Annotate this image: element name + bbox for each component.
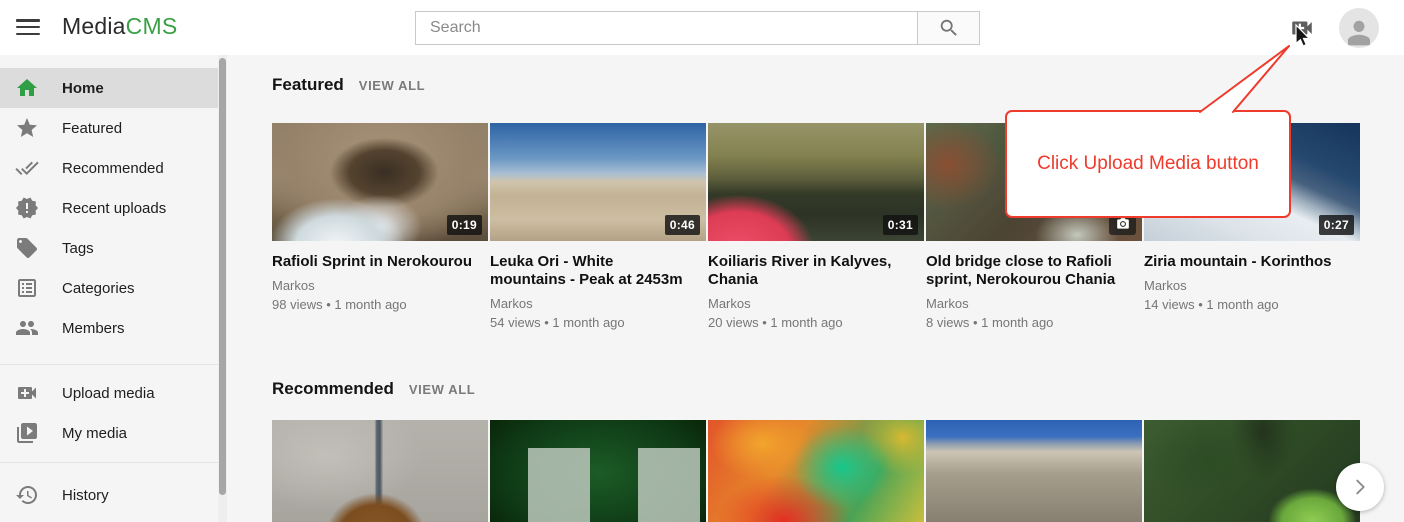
upload-media-icon [15, 381, 39, 405]
home-icon [15, 76, 39, 100]
sidebar-item-members[interactable]: Members [0, 308, 218, 348]
upload-media-icon [1289, 15, 1315, 41]
media-title[interactable]: Rafioli Sprint in Nerokourou [272, 253, 488, 271]
sidebar-item-recent-uploads[interactable]: Recent uploads [0, 188, 218, 228]
history-icon [15, 483, 39, 507]
sidebar: Home Featured Recommended Recent uploads… [0, 55, 218, 522]
sidebar-item-label: Tags [62, 240, 94, 257]
sidebar-item-my-media[interactable]: My media [0, 413, 218, 453]
media-card[interactable] [1144, 420, 1360, 522]
sidebar-scrollbar[interactable] [218, 55, 227, 522]
media-card[interactable] [272, 420, 488, 522]
view-all-recommended-link[interactable]: VIEW ALL [409, 382, 475, 397]
chevron-right-icon [1349, 476, 1371, 498]
sidebar-item-label: Recent uploads [62, 200, 166, 217]
sidebar-item-featured[interactable]: Featured [0, 108, 218, 148]
media-card[interactable] [490, 420, 706, 522]
camera-icon [1116, 217, 1130, 231]
members-icon [15, 316, 39, 340]
media-title[interactable]: Koiliaris River in Kalyves, Chania [708, 253, 924, 289]
media-title[interactable]: Leuka Ori - White mountains - Peak at 24… [490, 253, 706, 289]
search-button[interactable] [917, 11, 980, 45]
new-releases-icon [15, 196, 39, 220]
video-thumbnail[interactable] [708, 420, 924, 522]
search-bar [415, 11, 980, 45]
video-thumbnail[interactable] [926, 420, 1142, 522]
media-title[interactable]: Ziria mountain - Korinthos [1144, 253, 1360, 271]
section-title-recommended: Recommended [272, 379, 394, 399]
media-author[interactable]: Markos [272, 278, 488, 293]
media-author[interactable]: Markos [490, 296, 706, 311]
done-all-icon [15, 156, 39, 180]
next-arrow-button[interactable] [1336, 463, 1384, 511]
media-author[interactable]: Markos [708, 296, 924, 311]
video-thumbnail[interactable]: 0:19 [272, 123, 488, 241]
recommended-row [272, 420, 1404, 522]
upload-media-button[interactable] [1289, 15, 1315, 41]
media-card[interactable] [926, 420, 1142, 522]
video-thumbnail[interactable] [490, 420, 706, 522]
categories-icon [15, 276, 39, 300]
media-author[interactable]: Markos [926, 296, 1142, 311]
scrollbar-thumb[interactable] [219, 58, 226, 495]
sidebar-item-label: Members [62, 320, 125, 337]
sidebar-item-label: History [62, 487, 109, 504]
sidebar-item-label: Categories [62, 280, 135, 297]
tutorial-callout-text: Click Upload Media button [1037, 153, 1259, 175]
sidebar-item-label: Home [62, 80, 104, 97]
media-meta: 54 views • 1 month ago [490, 315, 706, 330]
tutorial-callout: Click Upload Media button [1005, 110, 1291, 218]
duration-badge: 0:31 [883, 215, 918, 235]
duration-badge: 0:46 [665, 215, 700, 235]
media-meta: 98 views • 1 month ago [272, 297, 488, 312]
sidebar-item-label: Upload media [62, 385, 155, 402]
media-card[interactable]: 0:31 Koiliaris River in Kalyves, Chania … [708, 123, 924, 330]
sidebar-item-upload-media[interactable]: Upload media [0, 373, 218, 413]
sidebar-item-label: My media [62, 425, 127, 442]
brand-logo-primary: Media [62, 13, 126, 39]
search-input[interactable] [415, 11, 917, 45]
section-title-featured: Featured [272, 75, 344, 95]
media-title[interactable]: Old bridge close to Rafioli sprint, Nero… [926, 253, 1142, 289]
video-thumbnail[interactable]: 0:46 [490, 123, 706, 241]
sidebar-item-history[interactable]: History [0, 475, 218, 515]
video-thumbnail[interactable] [272, 420, 488, 522]
top-bar: MediaCMS [0, 0, 1404, 55]
recommended-section: Recommended VIEW ALL [272, 379, 1404, 522]
view-all-featured-link[interactable]: VIEW ALL [359, 78, 425, 93]
sidebar-item-recommended[interactable]: Recommended [0, 148, 218, 188]
media-card[interactable] [708, 420, 924, 522]
brand-logo-secondary: CMS [126, 13, 178, 39]
user-avatar[interactable] [1339, 8, 1379, 48]
media-meta: 20 views • 1 month ago [708, 315, 924, 330]
media-meta: 8 views • 1 month ago [926, 315, 1142, 330]
sidebar-item-label: Featured [62, 120, 122, 137]
sidebar-divider [0, 462, 218, 463]
sidebar-item-categories[interactable]: Categories [0, 268, 218, 308]
person-icon [1343, 13, 1375, 48]
video-thumbnail[interactable] [1144, 420, 1360, 522]
tag-icon [15, 236, 39, 260]
video-thumbnail[interactable]: 0:31 [708, 123, 924, 241]
media-author[interactable]: Markos [1144, 278, 1360, 293]
mediacms-app: MediaCMS Home Featured Recommended [0, 0, 1404, 522]
duration-badge: 0:27 [1319, 215, 1354, 235]
media-card[interactable]: 0:19 Rafioli Sprint in Nerokourou Markos… [272, 123, 488, 330]
sidebar-divider [0, 364, 218, 365]
brand-logo[interactable]: MediaCMS [62, 13, 177, 40]
search-icon [938, 17, 960, 39]
media-card[interactable]: 0:46 Leuka Ori - White mountains - Peak … [490, 123, 706, 330]
menu-button[interactable] [16, 17, 40, 37]
media-meta: 14 views • 1 month ago [1144, 297, 1360, 312]
duration-badge: 0:19 [447, 215, 482, 235]
star-icon [15, 116, 39, 140]
sidebar-item-home[interactable]: Home [0, 68, 218, 108]
menu-icon [16, 19, 40, 22]
my-media-icon [15, 421, 39, 445]
sidebar-item-tags[interactable]: Tags [0, 228, 218, 268]
sidebar-item-label: Recommended [62, 160, 164, 177]
